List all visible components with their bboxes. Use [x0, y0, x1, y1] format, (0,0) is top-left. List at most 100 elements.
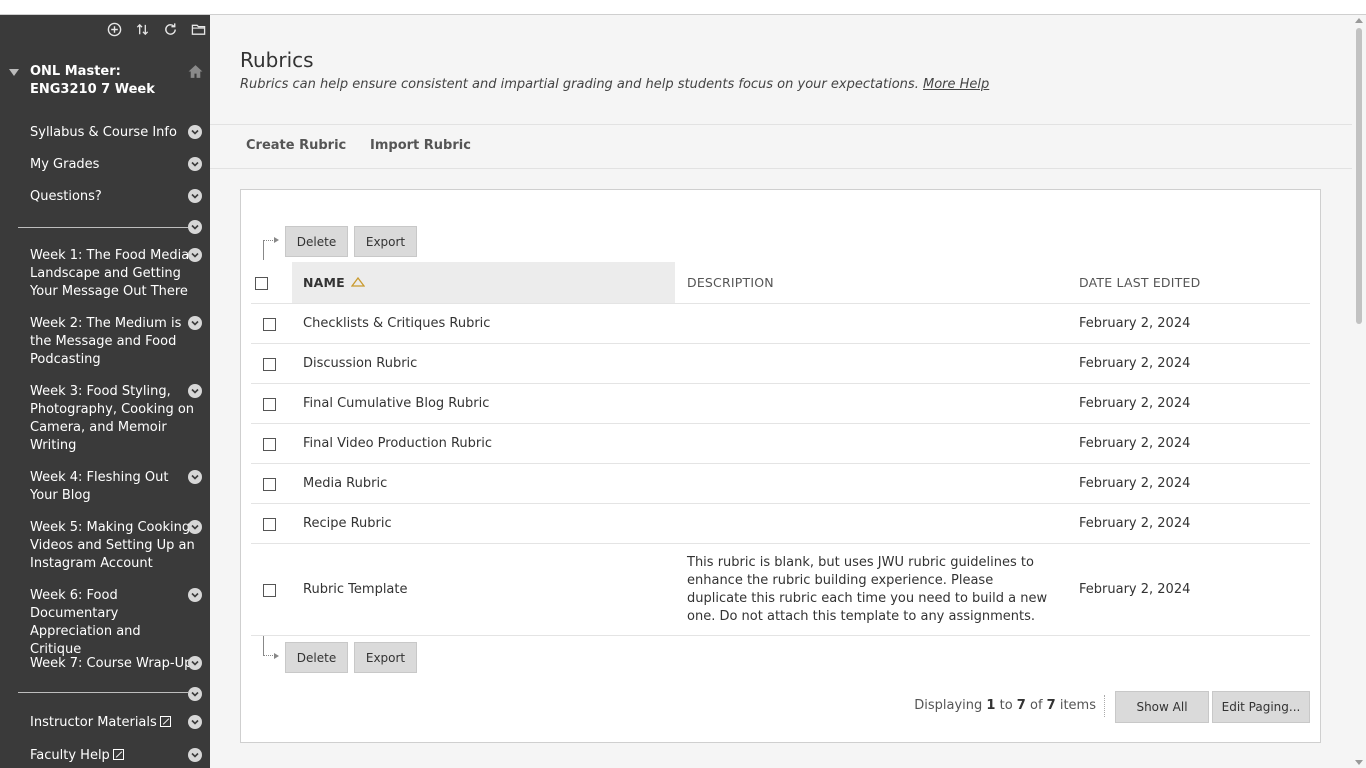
- sidebar-item-syllabus[interactable]: Syllabus & Course Info: [30, 124, 195, 142]
- date-last-edited: February 2, 2024: [1079, 356, 1191, 371]
- page-description: Rubrics can help ensure consistent and i…: [240, 77, 989, 92]
- rubric-name[interactable]: Media Rubric: [303, 476, 387, 491]
- chevron-down-icon[interactable]: [188, 715, 202, 729]
- sort-arrows-icon[interactable]: [134, 21, 150, 37]
- sidebar-item-label: Faculty Help: [30, 748, 110, 763]
- paging-text: items: [1059, 698, 1096, 713]
- chevron-down-icon[interactable]: [188, 248, 202, 262]
- delete-button-bottom[interactable]: Delete: [285, 642, 348, 673]
- collapse-caret-icon[interactable]: [9, 69, 19, 76]
- sidebar-item-week-4[interactable]: Week 4: Fleshing Out Your Blog: [30, 469, 195, 505]
- row-checkbox[interactable]: [263, 478, 276, 491]
- row-checkbox[interactable]: [263, 518, 276, 531]
- paging-divider: [1104, 695, 1105, 717]
- arrow-right-icon: [274, 237, 279, 243]
- scroll-up-icon[interactable]: [1355, 18, 1363, 23]
- folder-icon[interactable]: [190, 21, 206, 37]
- row-divider: [251, 503, 1310, 504]
- chevron-down-icon[interactable]: [188, 220, 202, 234]
- chevron-down-icon[interactable]: [188, 656, 202, 670]
- rubric-name[interactable]: Recipe Rubric: [303, 516, 392, 531]
- delete-button-top[interactable]: Delete: [285, 226, 348, 257]
- sidebar-item-instructor-materials[interactable]: Instructor Materials: [30, 714, 195, 732]
- sidebar-item-label: Instructor Materials: [30, 715, 157, 730]
- sidebar-item-week-6[interactable]: Week 6: Food Documentary Appreciation an…: [30, 587, 195, 659]
- row-checkbox[interactable]: [263, 584, 276, 597]
- scrollbar-thumb[interactable]: [1356, 28, 1362, 324]
- rubric-description: This rubric is blank, but uses JWU rubri…: [687, 555, 1048, 624]
- show-all-button[interactable]: Show All: [1115, 691, 1209, 723]
- select-all-checkbox[interactable]: [255, 277, 268, 290]
- row-divider: [251, 343, 1310, 344]
- rubrics-table-panel: Delete Export NAME DESCRIPTION DATE LAST…: [240, 189, 1321, 743]
- chevron-down-icon[interactable]: [188, 189, 202, 203]
- external-link-icon: [159, 716, 171, 727]
- sidebar-item-week-7[interactable]: Week 7: Course Wrap-Up: [30, 655, 195, 673]
- add-circle-icon[interactable]: [106, 21, 122, 37]
- date-last-edited: February 2, 2024: [1079, 516, 1191, 531]
- paging-text: to: [999, 698, 1013, 713]
- arrow-right-icon: [274, 653, 279, 659]
- import-rubric-button[interactable]: Import Rubric: [370, 138, 471, 153]
- chevron-down-icon[interactable]: [188, 384, 202, 398]
- sidebar-item-week-1[interactable]: Week 1: The Food Media Landscape and Get…: [30, 247, 195, 301]
- row-checkbox[interactable]: [263, 358, 276, 371]
- chevron-down-icon[interactable]: [188, 588, 202, 602]
- date-column-header[interactable]: DATE LAST EDITED: [1079, 275, 1200, 290]
- sidebar-item-questions[interactable]: Questions?: [30, 188, 195, 206]
- row-checkbox[interactable]: [263, 438, 276, 451]
- create-rubric-button[interactable]: Create Rubric: [246, 138, 346, 153]
- external-link-icon: [112, 749, 124, 760]
- course-title[interactable]: ONL Master: ENG3210 7 Week: [30, 63, 190, 99]
- chevron-down-icon[interactable]: [188, 748, 202, 762]
- paging-summary: Displaying 1 to 7 of 7 items: [914, 698, 1096, 713]
- rubric-name[interactable]: Rubric Template: [303, 582, 408, 597]
- row-divider: [251, 383, 1310, 384]
- page-title: Rubrics: [240, 48, 314, 72]
- course-menu-sidebar: ONL Master: ENG3210 7 Week Syllabus & Co…: [0, 15, 210, 768]
- name-column-header[interactable]: NAME: [303, 275, 365, 290]
- chevron-down-icon[interactable]: [188, 316, 202, 330]
- chevron-down-icon[interactable]: [188, 125, 202, 139]
- chevron-down-icon[interactable]: [188, 520, 202, 534]
- paging-text: Displaying: [914, 698, 983, 713]
- row-checkbox[interactable]: [263, 318, 276, 331]
- paging-text: of: [1029, 698, 1043, 713]
- scroll-down-icon[interactable]: [1355, 760, 1363, 765]
- chevron-down-icon[interactable]: [188, 470, 202, 484]
- more-help-link[interactable]: More Help: [923, 77, 989, 92]
- rubric-name[interactable]: Final Cumulative Blog Rubric: [303, 396, 489, 411]
- date-last-edited: February 2, 2024: [1079, 436, 1191, 451]
- menu-divider: [18, 692, 188, 693]
- rubric-name[interactable]: Final Video Production Rubric: [303, 436, 492, 451]
- row-divider: [251, 635, 1310, 636]
- date-last-edited: February 2, 2024: [1079, 396, 1191, 411]
- row-divider: [251, 543, 1310, 544]
- export-button-top[interactable]: Export: [354, 226, 417, 257]
- date-last-edited: February 2, 2024: [1079, 582, 1191, 597]
- sidebar-item-week-3[interactable]: Week 3: Food Styling, Photography, Cooki…: [30, 383, 195, 455]
- page-description-text: Rubrics can help ensure consistent and i…: [240, 77, 919, 92]
- date-last-edited: February 2, 2024: [1079, 316, 1191, 331]
- sidebar-item-faculty-help[interactable]: Faculty Help: [30, 747, 195, 765]
- bulk-action-bracket: [263, 240, 275, 260]
- rubric-name[interactable]: Checklists & Critiques Rubric: [303, 316, 490, 331]
- home-icon[interactable]: [187, 63, 204, 80]
- column-label: NAME: [303, 275, 345, 290]
- header-divider: [251, 303, 1310, 304]
- sidebar-item-week-2[interactable]: Week 2: The Medium is the Message and Fo…: [30, 315, 195, 369]
- sidebar-item-week-5[interactable]: Week 5: Making Cooking Videos and Settin…: [30, 519, 195, 573]
- page-scrollbar[interactable]: [1352, 15, 1366, 768]
- rubric-name[interactable]: Discussion Rubric: [303, 356, 417, 371]
- course-menu-toolbar: [106, 21, 206, 37]
- chevron-down-icon[interactable]: [188, 157, 202, 171]
- sidebar-item-my-grades[interactable]: My Grades: [30, 156, 195, 174]
- browser-top-strip: [0, 0, 1366, 15]
- refresh-icon[interactable]: [162, 21, 178, 37]
- export-button-bottom[interactable]: Export: [354, 642, 417, 673]
- chevron-down-icon[interactable]: [188, 687, 202, 701]
- edit-paging-button[interactable]: Edit Paging...: [1212, 691, 1310, 723]
- date-last-edited: February 2, 2024: [1079, 476, 1191, 491]
- row-checkbox[interactable]: [263, 398, 276, 411]
- paging-to: 7: [1016, 698, 1026, 713]
